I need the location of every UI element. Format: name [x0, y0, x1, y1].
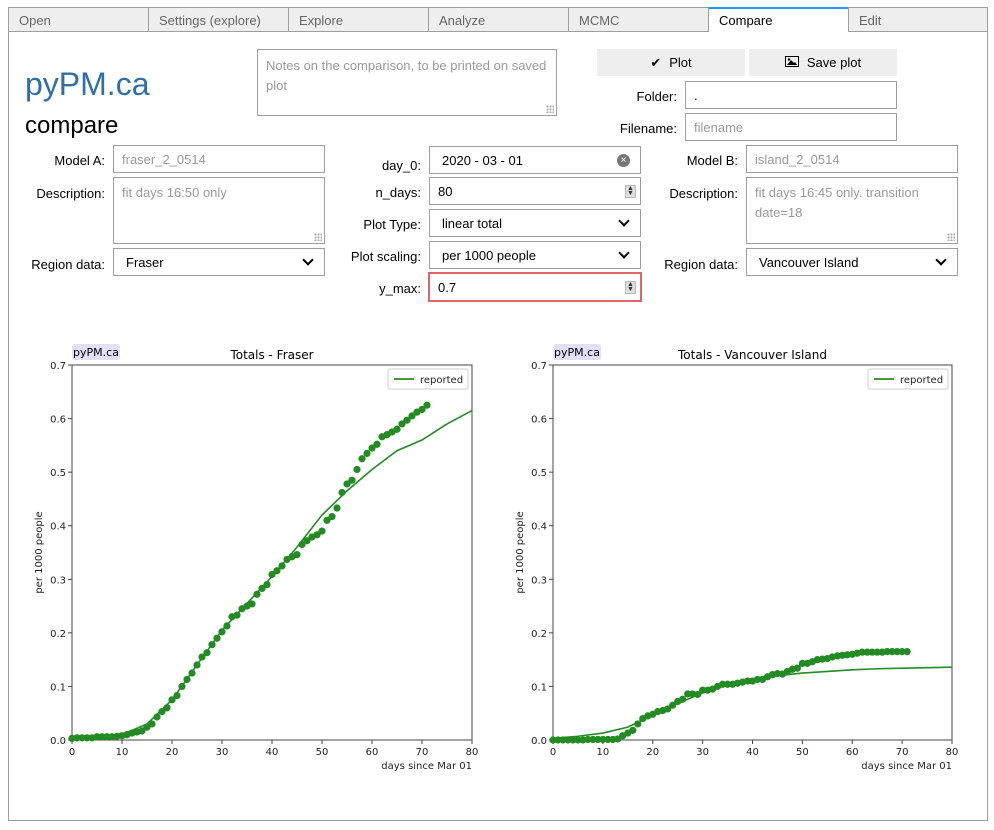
description-b-textarea[interactable]: fit days 16:45 only. transition date=18 — [746, 177, 958, 244]
ymax-input[interactable]: 0.7 ▲ ▼ — [428, 272, 642, 302]
tab-bar: Open Settings (explore) Explore Analyze … — [8, 7, 988, 32]
plot-scaling-label: Plot scaling: — [350, 249, 421, 264]
page-title: compare — [25, 112, 119, 139]
tab-mcmc[interactable]: MCMC — [568, 7, 708, 32]
ndays-label: n_days: — [375, 185, 421, 200]
plot-type-label: Plot Type: — [363, 217, 421, 232]
description-a-text: fit days 16:50 only — [122, 185, 227, 200]
model-b-input[interactable]: island_2_0514 — [746, 145, 958, 173]
plot-type-value: linear total — [442, 215, 502, 231]
save-plot-button[interactable]: Save plot — [749, 49, 897, 76]
plot-type-select[interactable]: linear total — [429, 209, 641, 237]
chevron-down-icon — [302, 254, 314, 266]
region-b-value: Vancouver Island — [759, 254, 859, 270]
folder-input[interactable]: . — [685, 81, 897, 109]
tab-open[interactable]: Open — [8, 7, 148, 32]
spinner-icon[interactable]: ▲ ▼ — [625, 185, 636, 198]
tab-settings-explore[interactable]: Settings (explore) — [148, 7, 288, 32]
ymax-label: y_max: — [379, 281, 421, 296]
tab-compare[interactable]: Compare — [708, 7, 848, 32]
region-b-select[interactable]: Vancouver Island — [746, 248, 958, 276]
day0-label: day_0: — [381, 158, 421, 173]
description-a-label: Description: — [36, 186, 105, 201]
filename-label: Filename: — [619, 121, 677, 136]
region-a-select[interactable]: Fraser — [113, 248, 325, 276]
region-b-label: Region data: — [664, 257, 738, 272]
ymax-value: 0.7 — [438, 279, 457, 295]
ndays-input[interactable]: 80 ▲ ▼ — [429, 177, 641, 205]
region-a-value: Fraser — [126, 254, 164, 270]
ndays-value: 80 — [438, 183, 453, 199]
tab-explore[interactable]: Explore — [288, 7, 428, 32]
tab-analyze[interactable]: Analyze — [428, 7, 568, 32]
check-icon: ✔ — [650, 54, 662, 70]
spinner-icon[interactable]: ▲ ▼ — [625, 281, 636, 294]
description-b-label: Description: — [669, 186, 738, 201]
chevron-down-icon — [618, 247, 630, 259]
plot-scaling-select[interactable]: per 1000 people — [429, 241, 641, 269]
app-logo: pyPM.ca — [25, 66, 150, 102]
plot-button-label: Plot — [669, 55, 692, 70]
clear-icon[interactable]: × — [617, 154, 630, 167]
region-a-label: Region data: — [31, 257, 105, 272]
notes-textarea[interactable]: Notes on the comparison, to be printed o… — [257, 49, 557, 116]
model-a-input[interactable]: fraser_2_0514 — [113, 145, 325, 173]
description-b-text: fit days 16:45 only. transition date=18 — [755, 185, 919, 220]
day0-input[interactable]: 2020 - 03 - 01 × — [429, 146, 641, 174]
image-icon — [784, 55, 799, 70]
chevron-down-icon — [935, 254, 947, 266]
folder-label: Folder: — [636, 89, 677, 104]
tab-edit[interactable]: Edit — [848, 7, 988, 32]
chevron-down-icon — [618, 215, 630, 227]
model-b-label: Model B: — [686, 153, 738, 168]
day0-value: 2020 - 03 - 01 — [442, 152, 523, 168]
plot-scaling-value: per 1000 people — [442, 247, 536, 263]
model-a-label: Model A: — [54, 153, 105, 168]
plot-button[interactable]: ✔ Plot — [597, 49, 745, 76]
save-plot-button-label: Save plot — [806, 55, 862, 70]
filename-input[interactable]: filename — [685, 113, 897, 141]
description-a-textarea[interactable]: fit days 16:50 only — [113, 177, 325, 244]
